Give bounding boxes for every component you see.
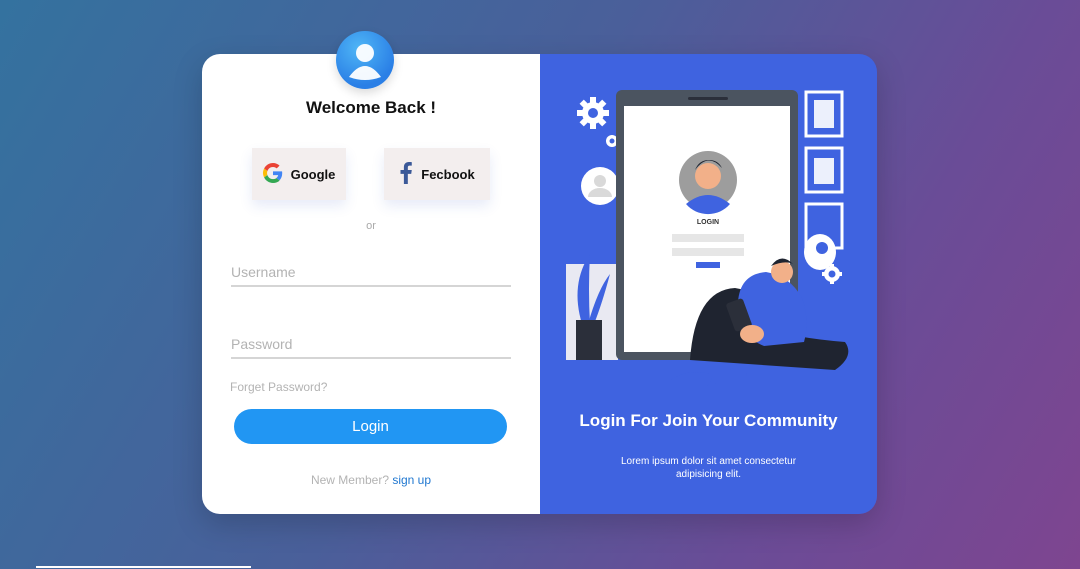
page-title: Welcome Back ! [305,98,437,117]
google-label: Google [290,166,336,182]
facebook-icon [399,161,413,187]
google-icon [262,162,283,186]
login-panel: Welcome Back ! Google Fecbook or Usernam… [202,54,540,514]
username-input[interactable] [231,264,511,287]
forgot-password-link[interactable]: Forget Password? [230,380,327,394]
user-avatar-icon [336,31,394,89]
illustration-panel: LOGIN Login For Join Your Community Lore… [540,54,877,514]
bottom-divider [36,566,251,568]
password-input[interactable] [231,336,511,359]
community-title: Login For Join Your Community [579,411,838,430]
facebook-label: Fecbook [421,166,475,182]
google-login-button[interactable]: Google [252,148,346,200]
signup-prompt: New Member? sign up [202,473,540,487]
signup-link[interactable]: sign up [392,473,431,487]
facebook-login-button[interactable]: Fecbook [384,148,490,200]
login-button[interactable]: Login [234,409,507,444]
screen-login-label: LOGIN [697,219,719,226]
gear-icon [577,97,609,129]
community-subtitle: Lorem ipsum dolor sit amet consectetur a… [620,456,797,480]
login-illustration: LOGIN [566,90,849,400]
login-card: Welcome Back ! Google Fecbook or Usernam… [202,54,877,514]
or-divider: or [366,220,376,232]
member-text: New Member? [310,473,393,487]
